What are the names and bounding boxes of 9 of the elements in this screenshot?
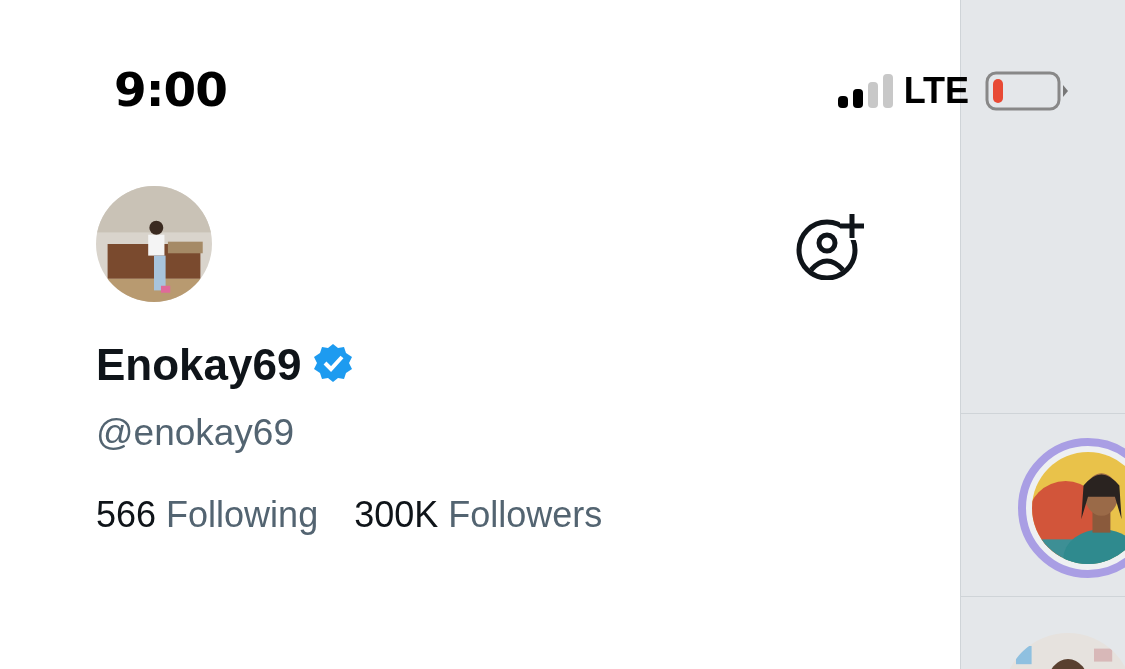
display-name: Enokay69 xyxy=(96,340,302,390)
network-label: LTE xyxy=(903,70,969,112)
user-handle: @enokay69 xyxy=(96,412,296,454)
stat-link[interactable]: 566 Following xyxy=(96,494,319,536)
add-user-icon[interactable] xyxy=(796,212,864,280)
stat-link[interactable]: 300K Followers xyxy=(354,494,603,536)
clock-time: 9:00 xyxy=(114,64,227,116)
signal-icon xyxy=(837,74,896,108)
battery-icon xyxy=(985,71,1069,111)
